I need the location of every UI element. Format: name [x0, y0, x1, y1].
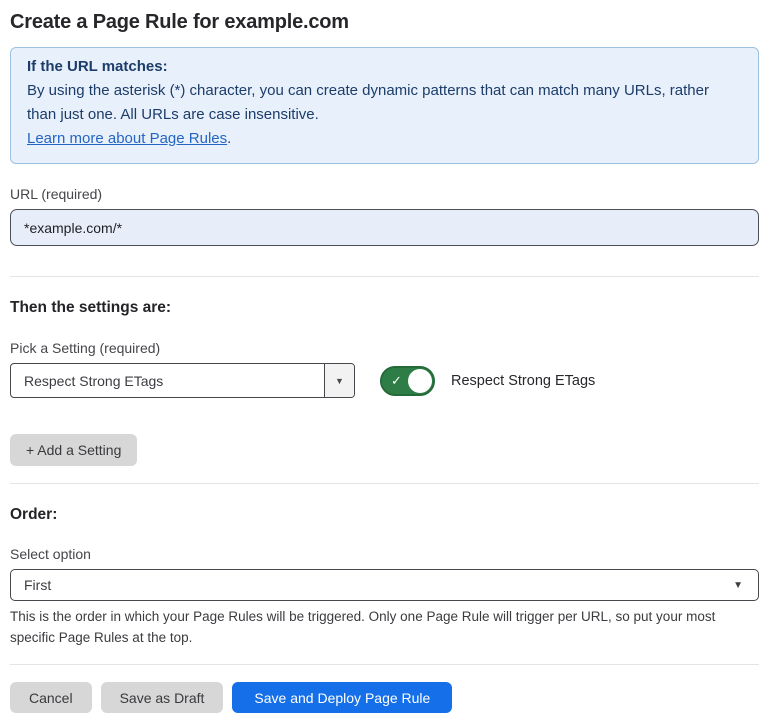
order-help-text: This is the order in which your Page Rul…	[10, 606, 759, 648]
pick-setting-label: Pick a Setting (required)	[10, 340, 759, 356]
link-suffix: .	[227, 130, 231, 147]
learn-more-link[interactable]: Learn more about Page Rules	[27, 130, 227, 147]
setting-row: Respect Strong ETags ▼ ✓ Respect Strong …	[10, 363, 759, 398]
info-box-body-text: By using the asterisk (*) character, you…	[27, 82, 709, 123]
url-match-info-box: If the URL matches: By using the asteris…	[10, 47, 759, 164]
settings-section-heading: Then the settings are:	[10, 277, 759, 317]
url-input[interactable]	[10, 209, 759, 246]
add-setting-button[interactable]: + Add a Setting	[10, 434, 137, 466]
create-page-rule-form: Create a Page Rule for example.com If th…	[0, 0, 769, 713]
info-box-link-line: Learn more about Page Rules.	[27, 127, 742, 151]
setting-select[interactable]: Respect Strong ETags ▼	[10, 363, 355, 398]
url-field-label: URL (required)	[10, 186, 759, 202]
toggle-knob	[408, 369, 432, 393]
order-select-value: First	[24, 577, 51, 593]
order-select-label: Select option	[10, 546, 759, 562]
order-section-heading: Order:	[10, 484, 759, 524]
info-box-body: By using the asterisk (*) character, you…	[27, 79, 742, 127]
info-box-heading: If the URL matches:	[27, 55, 742, 79]
page-title: Create a Page Rule for example.com	[10, 0, 759, 34]
toggle-label: Respect Strong ETags	[451, 373, 595, 389]
setting-toggle[interactable]: ✓	[380, 366, 435, 396]
chevron-down-icon: ▼	[733, 580, 743, 591]
save-draft-button[interactable]: Save as Draft	[101, 682, 224, 713]
check-icon: ✓	[391, 374, 402, 387]
dropdown-arrow-icon: ▼	[335, 376, 344, 386]
footer-actions: Cancel Save as Draft Save and Deploy Pag…	[10, 682, 759, 713]
setting-select-value: Respect Strong ETags	[11, 364, 324, 397]
order-select[interactable]: First ▼	[10, 569, 759, 601]
divider	[10, 664, 759, 665]
setting-select-arrow-button[interactable]: ▼	[324, 364, 354, 397]
save-deploy-button[interactable]: Save and Deploy Page Rule	[232, 682, 452, 713]
cancel-button[interactable]: Cancel	[10, 682, 92, 713]
